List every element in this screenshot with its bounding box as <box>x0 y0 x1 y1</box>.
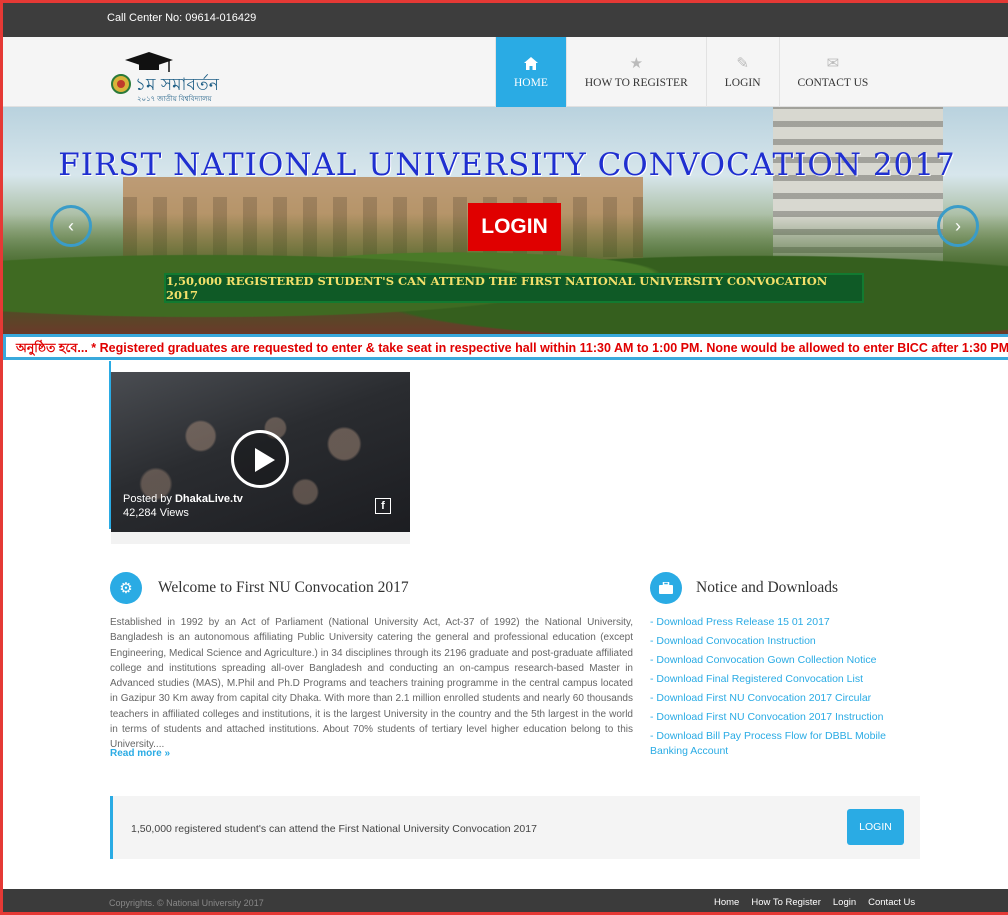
notice-link[interactable]: - Download First NU Convocation 2017 Ins… <box>650 710 920 725</box>
footer-link-home[interactable]: Home <box>714 897 739 908</box>
copyright: Copyrights. © National University 2017 <box>109 898 264 908</box>
briefcase-icon <box>650 572 682 604</box>
header: ১ম সমাবর্তন ২০১৭ জাতীয় বিশ্ববিদ্যালয় H… <box>3 37 1008 107</box>
page-frame: Call Center No: 09614-016429 ১ম সমাবর্তন… <box>0 0 1008 915</box>
nav-label: CONTACT US <box>797 77 869 89</box>
hero-slider: FIRST NATIONAL UNIVERSITY CONVOCATION 20… <box>3 107 1008 334</box>
footer-link-contact-us[interactable]: Contact Us <box>868 897 915 908</box>
chevron-left-icon: ‹ <box>68 215 74 236</box>
notices-list: - Download Press Release 15 01 2017 - Do… <box>650 615 920 763</box>
nav-how-to-register[interactable]: ★ HOW TO REGISTER <box>565 37 706 107</box>
hero-login-button[interactable]: LOGIN <box>468 203 561 251</box>
welcome-title: Welcome to First NU Convocation 2017 <box>158 579 409 596</box>
nav-label: LOGIN <box>724 77 761 89</box>
logo-subtext: ২০১৭ জাতীয় বিশ্ববিদ্যালয় <box>137 96 212 103</box>
slider-next-button[interactable]: › <box>937 205 979 247</box>
chevron-right-icon: › <box>955 215 961 236</box>
gear-icon: ⚙ <box>110 572 142 604</box>
footer: Copyrights. © National University 2017 H… <box>3 889 1008 912</box>
envelope-icon: ✉ <box>826 55 840 72</box>
nav-label: HOME <box>514 77 548 89</box>
notice-link[interactable]: - Download First NU Convocation 2017 Cir… <box>650 691 920 706</box>
posted-prefix: Posted by <box>123 493 172 505</box>
video-posted-by: Posted by DhakaLive.tv <box>123 493 243 505</box>
cta-text: 1,50,000 registered student's can attend… <box>131 823 537 835</box>
cta-box: 1,50,000 registered student's can attend… <box>110 796 920 859</box>
hero-title: FIRST NATIONAL UNIVERSITY CONVOCATION 20… <box>58 147 956 183</box>
slider-prev-button[interactable]: ‹ <box>50 205 92 247</box>
footer-links: Home How To Register Login Contact Us <box>714 897 915 908</box>
notice-link[interactable]: - Download Bill Pay Process Flow for DBB… <box>650 729 920 759</box>
video-views: 42,284 Views <box>123 507 189 519</box>
star-icon: ★ <box>629 55 644 72</box>
nav-contact-us[interactable]: ✉ CONTACT US <box>778 37 887 107</box>
notice-link[interactable]: - Download Convocation Gown Collection N… <box>650 653 920 668</box>
facebook-icon[interactable]: f <box>375 498 391 514</box>
video-embed[interactable]: Posted by DhakaLive.tv 42,284 Views f <box>111 372 410 532</box>
notice-link[interactable]: - Download Final Registered Convocation … <box>650 672 920 687</box>
announcement-marquee: অনুষ্ঠিত হবে... * Registered graduates a… <box>3 334 1008 360</box>
hero-banner: 1,50,000 REGISTERED STUDENT'S CAN ATTEND… <box>164 273 864 303</box>
cta-login-button[interactable]: LOGIN <box>847 809 904 845</box>
pencil-icon: ✎ <box>736 55 749 72</box>
posted-by-name[interactable]: DhakaLive.tv <box>175 493 243 505</box>
welcome-body: Established in 1992 by an Act of Parliam… <box>110 617 633 751</box>
main-nav: HOME ★ HOW TO REGISTER ✎ LOGIN ✉ CONTACT… <box>495 37 886 107</box>
notice-link[interactable]: - Download Convocation Instruction <box>650 634 920 649</box>
video-footer-strip <box>111 532 410 544</box>
home-icon <box>523 55 539 71</box>
nav-home[interactable]: HOME <box>495 37 566 107</box>
top-bar: Call Center No: 09614-016429 <box>3 3 1008 37</box>
footer-link-how-to-register[interactable]: How To Register <box>751 897 821 908</box>
marquee-text: অনুষ্ঠিত হবে... * Registered graduates a… <box>16 341 1008 355</box>
nav-login[interactable]: ✎ LOGIN <box>705 37 779 107</box>
notices-title: Notice and Downloads <box>696 579 839 596</box>
notice-link[interactable]: - Download Press Release 15 01 2017 <box>650 615 920 630</box>
nav-label: HOW TO REGISTER <box>584 77 688 89</box>
footer-link-login[interactable]: Login <box>833 897 856 908</box>
call-center-number: Call Center No: 09614-016429 <box>107 12 257 24</box>
site-logo[interactable]: ১ম সমাবর্তন ২০১৭ জাতীয় বিশ্ববিদ্যালয় <box>109 44 239 104</box>
read-more-link[interactable]: Read more » <box>110 748 170 759</box>
play-icon[interactable] <box>231 430 289 488</box>
